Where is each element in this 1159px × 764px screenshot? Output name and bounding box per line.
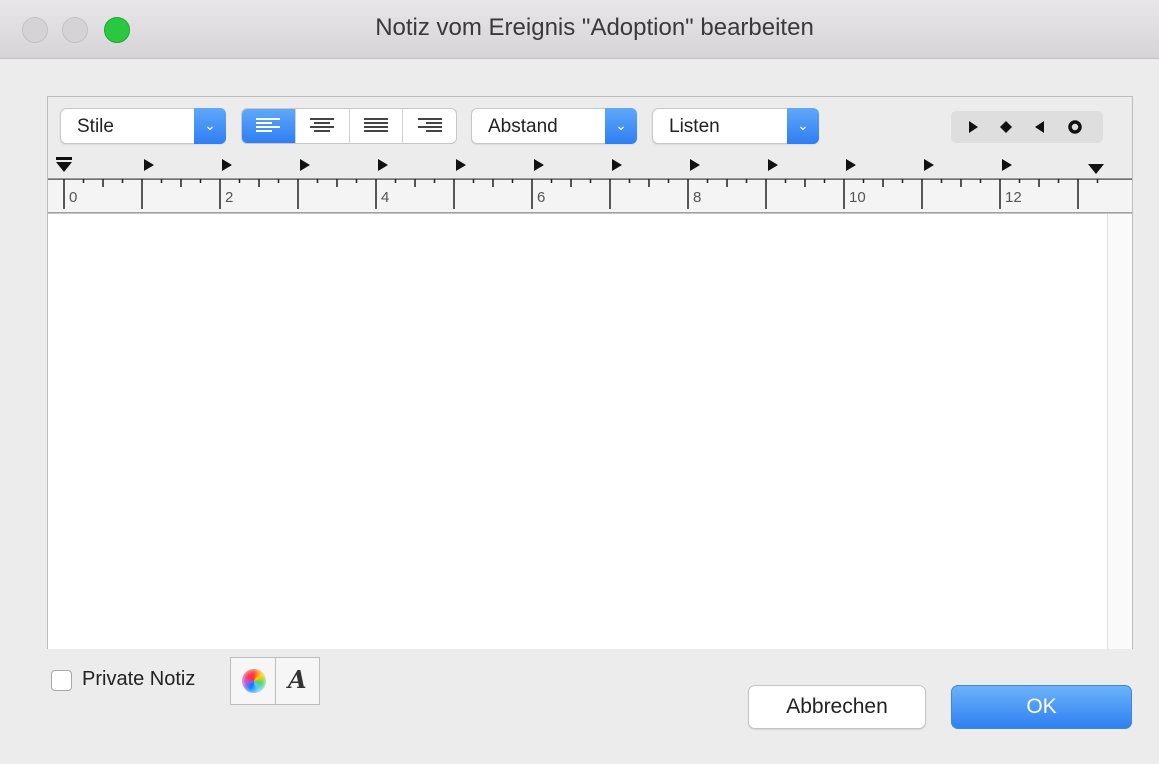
tab-stop-palette — [951, 111, 1103, 143]
styles-popup[interactable]: Stile ⌄ — [60, 108, 226, 144]
align-left-button[interactable] — [242, 109, 295, 143]
format-icon-group: A — [230, 657, 320, 705]
chevron-down-icon: ⌄ — [787, 108, 819, 144]
font-picker-button[interactable]: A — [274, 658, 320, 704]
chevron-down-icon: ⌄ — [194, 108, 226, 144]
color-picker-button[interactable] — [231, 658, 275, 704]
title-bar: Notiz vom Ereignis "Adoption" bearbeiten — [0, 0, 1159, 59]
private-note-checkbox[interactable] — [51, 670, 72, 691]
ruler-number: 12 — [1005, 189, 1022, 206]
lists-popup-label: Listen — [669, 116, 720, 137]
note-text-area[interactable] — [48, 213, 1132, 649]
decimal-tab-icon[interactable] — [1067, 119, 1083, 135]
align-right-icon — [417, 118, 442, 132]
center-tab-icon[interactable] — [998, 119, 1014, 135]
ruler-number: 4 — [381, 189, 390, 206]
font-icon: A — [287, 665, 307, 694]
color-wheel-icon — [242, 669, 266, 693]
align-justify-button[interactable] — [348, 109, 403, 143]
align-center-button[interactable] — [294, 109, 349, 143]
chevron-down-icon: ⌄ — [605, 108, 637, 144]
ruler-number: 8 — [693, 189, 702, 206]
right-tab-icon[interactable] — [1032, 119, 1048, 135]
ruler-number: 6 — [537, 189, 546, 206]
note-editor-panel: Stile ⌄ Abstand ⌄ Listen ⌄ 0 2 4 6 8 10 … — [47, 96, 1133, 649]
align-center-icon — [310, 118, 335, 132]
styles-popup-label: Stile — [77, 116, 114, 137]
spacing-popup[interactable]: Abstand ⌄ — [471, 108, 637, 144]
ruler-marks — [48, 157, 1132, 209]
ok-button[interactable]: OK — [951, 685, 1132, 729]
window-title: Notiz vom Ereignis "Adoption" bearbeiten — [375, 14, 814, 41]
ruler-number: 2 — [225, 189, 234, 206]
align-justify-icon — [363, 118, 388, 132]
vertical-scrollbar[interactable] — [1107, 214, 1132, 649]
ruler[interactable]: 0 2 4 6 8 10 12 — [48, 153, 1132, 213]
left-tab-icon[interactable] — [965, 119, 981, 135]
align-left-icon — [256, 118, 281, 132]
lists-popup[interactable]: Listen ⌄ — [652, 108, 819, 144]
spacing-popup-label: Abstand — [488, 116, 558, 137]
format-toolbar: Stile ⌄ Abstand ⌄ Listen ⌄ — [48, 97, 1132, 161]
align-right-button[interactable] — [402, 109, 456, 143]
alignment-segmented-control — [241, 108, 457, 144]
private-note-label: Private Notiz — [82, 668, 196, 690]
ruler-number: 10 — [849, 189, 866, 206]
ruler-number: 0 — [69, 189, 78, 206]
cancel-button[interactable]: Abbrechen — [748, 685, 926, 729]
note-text-content — [48, 214, 1132, 230]
